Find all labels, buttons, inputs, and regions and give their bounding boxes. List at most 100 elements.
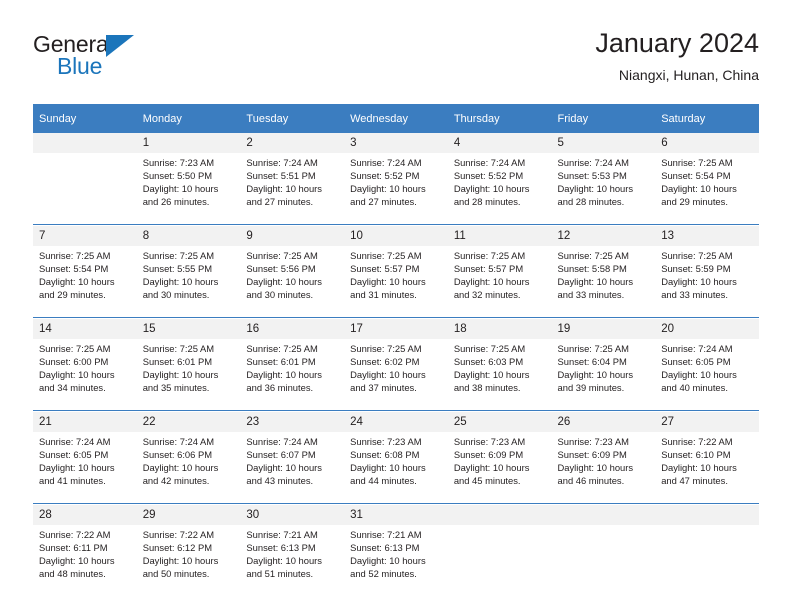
- day-number[interactable]: 27: [655, 412, 759, 432]
- day-number[interactable]: [33, 133, 137, 153]
- daylight-text-line2: and 36 minutes.: [246, 382, 314, 394]
- day-number[interactable]: 19: [551, 319, 656, 339]
- sunrise-text: Sunrise: 7:21 AM: [350, 529, 422, 540]
- day-number[interactable]: 31: [344, 505, 448, 525]
- day-cell[interactable]: Sunrise: 7:25 AM Sunset: 5:57 PM Dayligh…: [344, 246, 448, 318]
- day-cell[interactable]: Sunrise: 7:24 AM Sunset: 5:52 PM Dayligh…: [344, 153, 448, 225]
- daylight-text-line2: and 35 minutes.: [142, 382, 210, 394]
- day-cell[interactable]: Sunrise: 7:23 AM Sunset: 6:08 PM Dayligh…: [344, 432, 448, 504]
- day-number[interactable]: [447, 505, 552, 525]
- general-blue-logo[interactable]: General Blue: [33, 32, 263, 90]
- daylight-text-line2: and 26 minutes.: [142, 196, 210, 208]
- day-number[interactable]: 25: [447, 412, 552, 432]
- page-header: General Blue January 2024 Niangxi, Hunan…: [33, 26, 759, 98]
- day-number[interactable]: 12: [551, 226, 656, 246]
- day-cell[interactable]: Sunrise: 7:25 AM Sunset: 5:54 PM Dayligh…: [655, 153, 759, 225]
- day-cell[interactable]: Sunrise: 7:24 AM Sunset: 6:07 PM Dayligh…: [240, 432, 345, 504]
- daylight-text-line2: and 47 minutes.: [661, 475, 728, 487]
- day-number[interactable]: [655, 505, 759, 525]
- sunset-text: Sunset: 6:06 PM: [142, 449, 213, 461]
- day-number[interactable]: 17: [344, 319, 448, 339]
- day-cell[interactable]: Sunrise: 7:25 AM Sunset: 5:59 PM Dayligh…: [655, 246, 759, 318]
- day-cell[interactable]: Sunrise: 7:23 AM Sunset: 6:09 PM Dayligh…: [551, 432, 656, 504]
- day-number[interactable]: 13: [655, 226, 759, 246]
- day-number[interactable]: 24: [344, 412, 448, 432]
- day-cell[interactable]: Sunrise: 7:25 AM Sunset: 5:54 PM Dayligh…: [33, 246, 137, 318]
- day-cell[interactable]: Sunrise: 7:25 AM Sunset: 5:56 PM Dayligh…: [240, 246, 345, 318]
- day-cell[interactable]: Sunrise: 7:25 AM Sunset: 6:01 PM Dayligh…: [240, 339, 345, 411]
- day-cell[interactable]: Sunrise: 7:25 AM Sunset: 5:58 PM Dayligh…: [551, 246, 656, 318]
- day-cell[interactable]: Sunrise: 7:21 AM Sunset: 6:13 PM Dayligh…: [344, 525, 448, 596]
- daylight-text-line1: Daylight: 10 hours: [350, 369, 426, 381]
- week-details: Sunrise: 7:25 AM Sunset: 5:54 PM Dayligh…: [33, 246, 759, 318]
- sunset-text: Sunset: 5:56 PM: [246, 263, 316, 275]
- daylight-text-line1: Daylight: 10 hours: [453, 183, 530, 195]
- day-number[interactable]: 16: [240, 319, 345, 339]
- day-cell[interactable]: Sunrise: 7:25 AM Sunset: 6:04 PM Dayligh…: [551, 339, 656, 411]
- page-subtitle: Niangxi, Hunan, China: [618, 67, 759, 83]
- day-cell[interactable]: Sunrise: 7:24 AM Sunset: 6:06 PM Dayligh…: [136, 432, 241, 504]
- sunrise-text: Sunrise: 7:25 AM: [142, 250, 215, 261]
- day-cell[interactable]: Sunrise: 7:25 AM Sunset: 6:01 PM Dayligh…: [136, 339, 241, 411]
- day-cell[interactable]: Sunrise: 7:23 AM Sunset: 5:50 PM Dayligh…: [136, 153, 241, 225]
- day-number[interactable]: [551, 505, 656, 525]
- day-cell[interactable]: Sunrise: 7:24 AM Sunset: 5:51 PM Dayligh…: [240, 153, 345, 225]
- day-cell[interactable]: [33, 153, 137, 225]
- day-cell[interactable]: Sunrise: 7:21 AM Sunset: 6:13 PM Dayligh…: [240, 525, 345, 596]
- daylight-text-line1: Daylight: 10 hours: [557, 369, 634, 381]
- day-number[interactable]: 18: [447, 319, 552, 339]
- day-number[interactable]: 10: [344, 226, 448, 246]
- calendar-page: General Blue January 2024 Niangxi, Hunan…: [0, 0, 792, 612]
- day-number[interactable]: 14: [33, 319, 137, 339]
- daylight-text-line1: Daylight: 10 hours: [142, 276, 219, 288]
- sunrise-text: Sunrise: 7:25 AM: [142, 343, 215, 354]
- day-cell[interactable]: Sunrise: 7:25 AM Sunset: 5:57 PM Dayligh…: [447, 246, 552, 318]
- day-number[interactable]: 11: [447, 226, 552, 246]
- day-number[interactable]: 28: [33, 505, 137, 525]
- day-number[interactable]: 4: [447, 133, 552, 153]
- day-number[interactable]: 6: [655, 133, 759, 153]
- daylight-text-line2: and 43 minutes.: [246, 475, 314, 487]
- day-number[interactable]: 29: [136, 505, 241, 525]
- day-cell[interactable]: [447, 525, 552, 596]
- day-cell[interactable]: Sunrise: 7:25 AM Sunset: 5:55 PM Dayligh…: [136, 246, 241, 318]
- day-number[interactable]: 8: [136, 226, 241, 246]
- daylight-text-line1: Daylight: 10 hours: [246, 555, 322, 567]
- day-cell[interactable]: Sunrise: 7:24 AM Sunset: 6:05 PM Dayligh…: [33, 432, 137, 504]
- day-number[interactable]: 9: [240, 226, 345, 246]
- day-cell[interactable]: Sunrise: 7:25 AM Sunset: 6:03 PM Dayligh…: [447, 339, 552, 411]
- sunrise-text: Sunrise: 7:25 AM: [453, 343, 526, 354]
- day-cell[interactable]: Sunrise: 7:24 AM Sunset: 5:52 PM Dayligh…: [447, 153, 552, 225]
- day-cell[interactable]: Sunrise: 7:25 AM Sunset: 6:02 PM Dayligh…: [344, 339, 448, 411]
- sunset-text: Sunset: 5:51 PM: [246, 170, 316, 182]
- day-cell[interactable]: Sunrise: 7:22 AM Sunset: 6:12 PM Dayligh…: [136, 525, 241, 596]
- day-number[interactable]: 1: [136, 133, 241, 153]
- day-cell[interactable]: Sunrise: 7:25 AM Sunset: 6:00 PM Dayligh…: [33, 339, 137, 411]
- day-number[interactable]: 3: [344, 133, 448, 153]
- sunrise-text: Sunrise: 7:25 AM: [246, 250, 318, 261]
- daylight-text-line2: and 30 minutes.: [142, 289, 210, 301]
- day-cell[interactable]: Sunrise: 7:24 AM Sunset: 5:53 PM Dayligh…: [551, 153, 656, 225]
- day-cell[interactable]: [551, 525, 656, 596]
- day-cell[interactable]: Sunrise: 7:23 AM Sunset: 6:09 PM Dayligh…: [447, 432, 552, 504]
- sunrise-text: Sunrise: 7:24 AM: [557, 157, 629, 168]
- day-number[interactable]: 26: [551, 412, 656, 432]
- day-number[interactable]: 22: [136, 412, 241, 432]
- daylight-text-line2: and 33 minutes.: [661, 289, 728, 301]
- day-number[interactable]: 20: [655, 319, 759, 339]
- day-number[interactable]: 23: [240, 412, 345, 432]
- day-cell[interactable]: Sunrise: 7:22 AM Sunset: 6:10 PM Dayligh…: [655, 432, 759, 504]
- daylight-text-line2: and 46 minutes.: [557, 475, 625, 487]
- day-number[interactable]: 15: [136, 319, 241, 339]
- sunset-text: Sunset: 5:58 PM: [557, 263, 627, 275]
- day-number[interactable]: 30: [240, 505, 345, 525]
- day-number[interactable]: 21: [33, 412, 137, 432]
- day-number[interactable]: 2: [240, 133, 345, 153]
- day-number[interactable]: 7: [33, 226, 137, 246]
- day-cell[interactable]: Sunrise: 7:22 AM Sunset: 6:11 PM Dayligh…: [33, 525, 137, 596]
- daylight-text-line2: and 42 minutes.: [142, 475, 210, 487]
- day-cell[interactable]: Sunrise: 7:24 AM Sunset: 6:05 PM Dayligh…: [655, 339, 759, 411]
- day-cell[interactable]: [655, 525, 759, 596]
- day-number[interactable]: 5: [551, 133, 656, 153]
- sunrise-text: Sunrise: 7:22 AM: [142, 529, 215, 540]
